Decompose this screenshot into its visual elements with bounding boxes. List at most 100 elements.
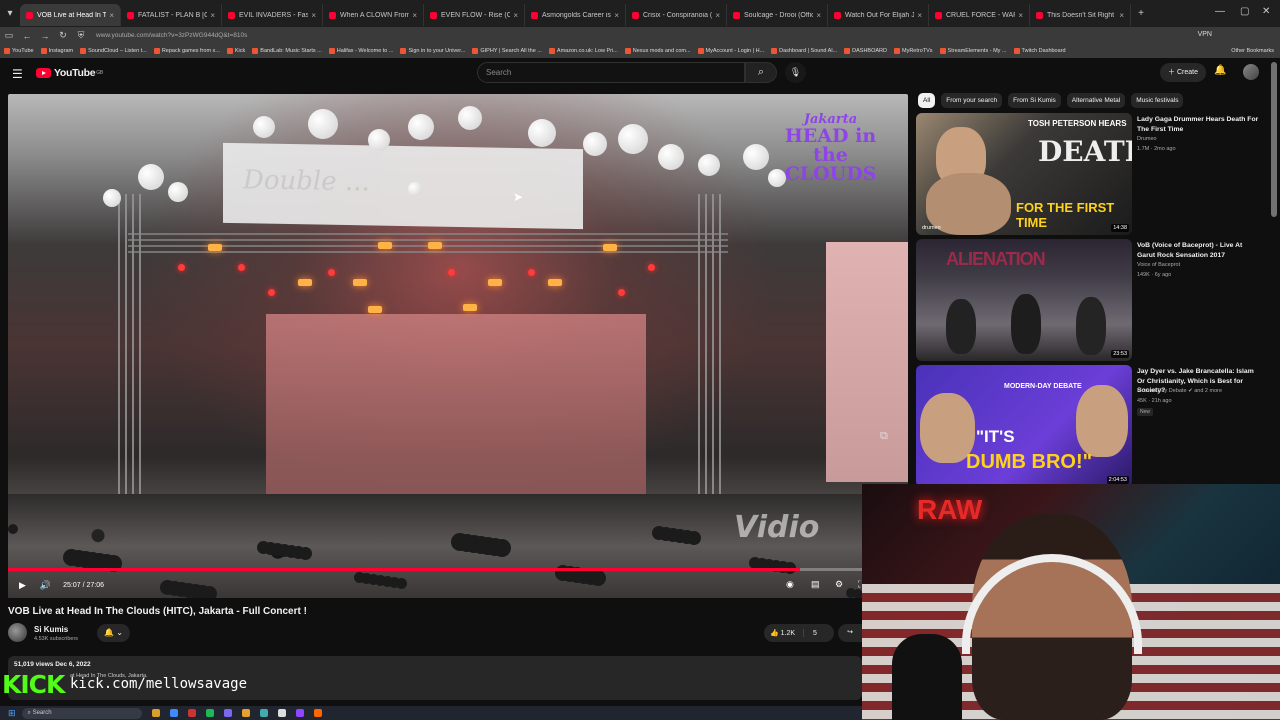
bookmark-item[interactable]: Amazon.co.uk: Low Pri... xyxy=(548,48,618,54)
recommendation-title[interactable]: Lady Gaga Drummer Hears Death For The Fi… xyxy=(1137,115,1262,134)
settings-gear-icon[interactable]: ⚙ xyxy=(835,579,843,590)
recommendation-thumbnail[interactable]: TOSH PETERSON HEARS DEATH FOR THE FIRST … xyxy=(916,113,1132,235)
bookmark-item[interactable]: DASHBOARD xyxy=(844,48,887,54)
browser-tab[interactable]: Soulcage - Drooi (Official M× xyxy=(727,4,828,26)
filter-chip[interactable]: From Si Kumis xyxy=(1008,93,1061,108)
share-button[interactable]: ↪ xyxy=(838,624,862,642)
taskbar-app-icon[interactable] xyxy=(223,709,232,717)
back-icon[interactable]: ← xyxy=(18,31,36,41)
close-tab-icon[interactable]: × xyxy=(1018,11,1023,20)
bookmark-item[interactable]: GIPHY | Search All the ... xyxy=(472,48,542,54)
filter-chip[interactable]: Music festivals xyxy=(1131,93,1184,108)
filter-chip[interactable]: Alternative Metal xyxy=(1066,93,1126,108)
bookmark-item[interactable]: Instagram xyxy=(40,48,73,54)
taskbar-app-icon[interactable] xyxy=(259,709,268,717)
video-player[interactable]: Double ... Jakarta HEAD in the CLOUDS Vi… xyxy=(8,94,908,598)
browser-tab[interactable]: FATALIST - PLAN B [Official× xyxy=(121,4,222,26)
recommendation-thumbnail[interactable]: MODERN-DAY DEBATE "IT'S DUMB BRO!" 2:04:… xyxy=(916,365,1132,487)
browser-tab[interactable]: EVIL INVADERS - Fast, Loud× xyxy=(222,4,323,26)
dislike-count[interactable]: 5 xyxy=(804,630,817,637)
close-tab-icon[interactable]: × xyxy=(917,11,922,20)
autoplay-toggle-icon[interactable]: ◉ xyxy=(786,579,794,590)
taskbar-app-icon[interactable] xyxy=(151,709,160,717)
browser-tab[interactable]: This Doesn't Sit Right With× xyxy=(1030,4,1131,26)
volume-icon[interactable]: 🔊 xyxy=(40,580,51,591)
notification-settings-button[interactable]: 🔔 ⌄ xyxy=(97,624,130,642)
taskbar-search[interactable]: ⌕ Search xyxy=(21,707,142,719)
recommendation-thumbnail[interactable]: ALIENATION 23:53 xyxy=(916,239,1132,361)
close-tab-icon[interactable]: × xyxy=(816,11,821,20)
maximize-icon[interactable]: ▢ xyxy=(1240,6,1249,17)
recommendation-item[interactable]: ALIENATION 23:53 VoB (Voice of Baceprot)… xyxy=(916,239,1276,361)
bookmark-item[interactable]: Twitch Dashboard xyxy=(1013,48,1066,54)
bookmark-item[interactable]: Dashboard | Sound Al... xyxy=(771,48,837,54)
new-tab-icon[interactable]: + xyxy=(1131,8,1151,19)
bookmark-item[interactable]: Halifax - Welcome to ... xyxy=(328,48,393,54)
bookmark-item[interactable]: StreamElements - My ... xyxy=(939,48,1007,54)
channel-name[interactable]: Si Kumis xyxy=(34,625,68,634)
vpn-button[interactable]: VPN xyxy=(1198,31,1212,38)
recommendation-channel[interactable]: Drumeo xyxy=(1137,136,1157,142)
filter-chip[interactable]: From your search xyxy=(941,93,1003,108)
channel-avatar[interactable] xyxy=(8,623,27,642)
bookmark-item[interactable]: MyRetroTVs xyxy=(893,48,933,54)
windows-start-icon[interactable]: ⊞ xyxy=(8,708,16,719)
bookmark-item[interactable]: YouTube xyxy=(4,48,34,54)
taskbar-app-icon[interactable] xyxy=(187,709,196,717)
video-progress-bar[interactable] xyxy=(8,568,862,571)
close-tab-icon[interactable]: × xyxy=(715,11,720,20)
like-dislike-button[interactable]: 👍 1.2K 5 xyxy=(764,624,834,642)
bookmark-item[interactable]: Repack games from x... xyxy=(153,48,220,54)
bookmark-item[interactable]: Kick xyxy=(226,48,245,54)
bookmark-item[interactable]: SoundCloud – Listen t... xyxy=(80,48,147,54)
browser-tab[interactable]: Crisix - Conspiranoia (Live× xyxy=(626,4,727,26)
hamburger-menu-icon[interactable]: ☰ xyxy=(12,67,23,81)
notifications-bell-icon[interactable]: 🔔 xyxy=(1214,65,1226,76)
forward-icon[interactable]: → xyxy=(36,31,54,41)
search-button[interactable]: ⌕ xyxy=(745,62,777,83)
browser-tab[interactable]: VOB Live at Head In The Cl× xyxy=(20,4,121,26)
close-tab-icon[interactable]: × xyxy=(109,11,114,20)
voice-search-icon[interactable]: 🎙 xyxy=(785,62,806,83)
browser-tab[interactable]: When A CLOWN From 1927× xyxy=(323,4,424,26)
bookmark-item[interactable]: BandLab: Music Starts ... xyxy=(252,48,322,54)
browser-tab[interactable]: EVEN FLOW - Rise (Official× xyxy=(424,4,525,26)
subtitles-icon[interactable]: ▤ xyxy=(811,579,820,590)
browser-tab[interactable]: Asmongolds Career is Over× xyxy=(525,4,626,26)
youtube-logo[interactable]: YouTube GB xyxy=(36,67,103,79)
recommendation-item[interactable]: MODERN-DAY DEBATE "IT'S DUMB BRO!" 2:04:… xyxy=(916,365,1276,487)
reload-icon[interactable]: ↻ xyxy=(54,30,72,41)
recommendation-item[interactable]: TOSH PETERSON HEARS DEATH FOR THE FIRST … xyxy=(916,113,1276,235)
url-field[interactable]: www.youtube.com/watch?v=3zPzWG944dQ&t=81… xyxy=(96,32,247,39)
account-avatar[interactable] xyxy=(1243,64,1259,80)
search-input[interactable]: Search xyxy=(477,62,745,83)
site-info-icon[interactable]: ⛨ xyxy=(72,30,90,41)
recommendation-channel[interactable]: Modern-Day Debate ✔ and 2 more xyxy=(1137,388,1222,394)
close-tab-icon[interactable]: × xyxy=(1119,11,1124,20)
other-bookmarks-folder[interactable]: Other Bookmarks xyxy=(1231,48,1280,54)
miniplayer-icon[interactable]: ⧉ xyxy=(880,430,888,443)
browser-tab[interactable]: Watch Out For Elijah Johnso× xyxy=(828,4,929,26)
filter-chip[interactable]: All xyxy=(918,93,936,108)
taskbar-app-icon[interactable] xyxy=(241,709,250,717)
close-tab-icon[interactable]: × xyxy=(210,11,215,20)
page-scrollbar[interactable] xyxy=(1271,62,1277,217)
taskbar-app-icon[interactable] xyxy=(277,709,286,717)
like-button[interactable]: 👍 1.2K xyxy=(764,629,804,637)
close-tab-icon[interactable]: × xyxy=(513,11,518,20)
taskbar-app-icon[interactable] xyxy=(295,709,304,717)
play-icon[interactable]: ▶ xyxy=(19,580,26,591)
close-window-icon[interactable]: ✕ xyxy=(1262,6,1270,17)
tab-list-icon[interactable]: ▾ xyxy=(0,8,20,19)
taskbar-app-icon[interactable] xyxy=(313,709,322,717)
close-tab-icon[interactable]: × xyxy=(412,11,417,20)
minimize-icon[interactable]: — xyxy=(1215,6,1225,17)
close-tab-icon[interactable]: × xyxy=(311,11,316,20)
bookmark-item[interactable]: Nexus mods and com... xyxy=(624,48,691,54)
taskbar-app-icon[interactable] xyxy=(205,709,214,717)
create-button[interactable]: ＋ Create xyxy=(1160,63,1206,82)
sidebar-toggle-icon[interactable]: ▭ xyxy=(0,30,18,41)
taskbar-app-icon[interactable] xyxy=(169,709,178,717)
bookmark-item[interactable]: MyAccount - Login | H... xyxy=(697,48,764,54)
recommendation-title[interactable]: VoB (Voice of Baceprot) - Live At Garut … xyxy=(1137,241,1262,260)
